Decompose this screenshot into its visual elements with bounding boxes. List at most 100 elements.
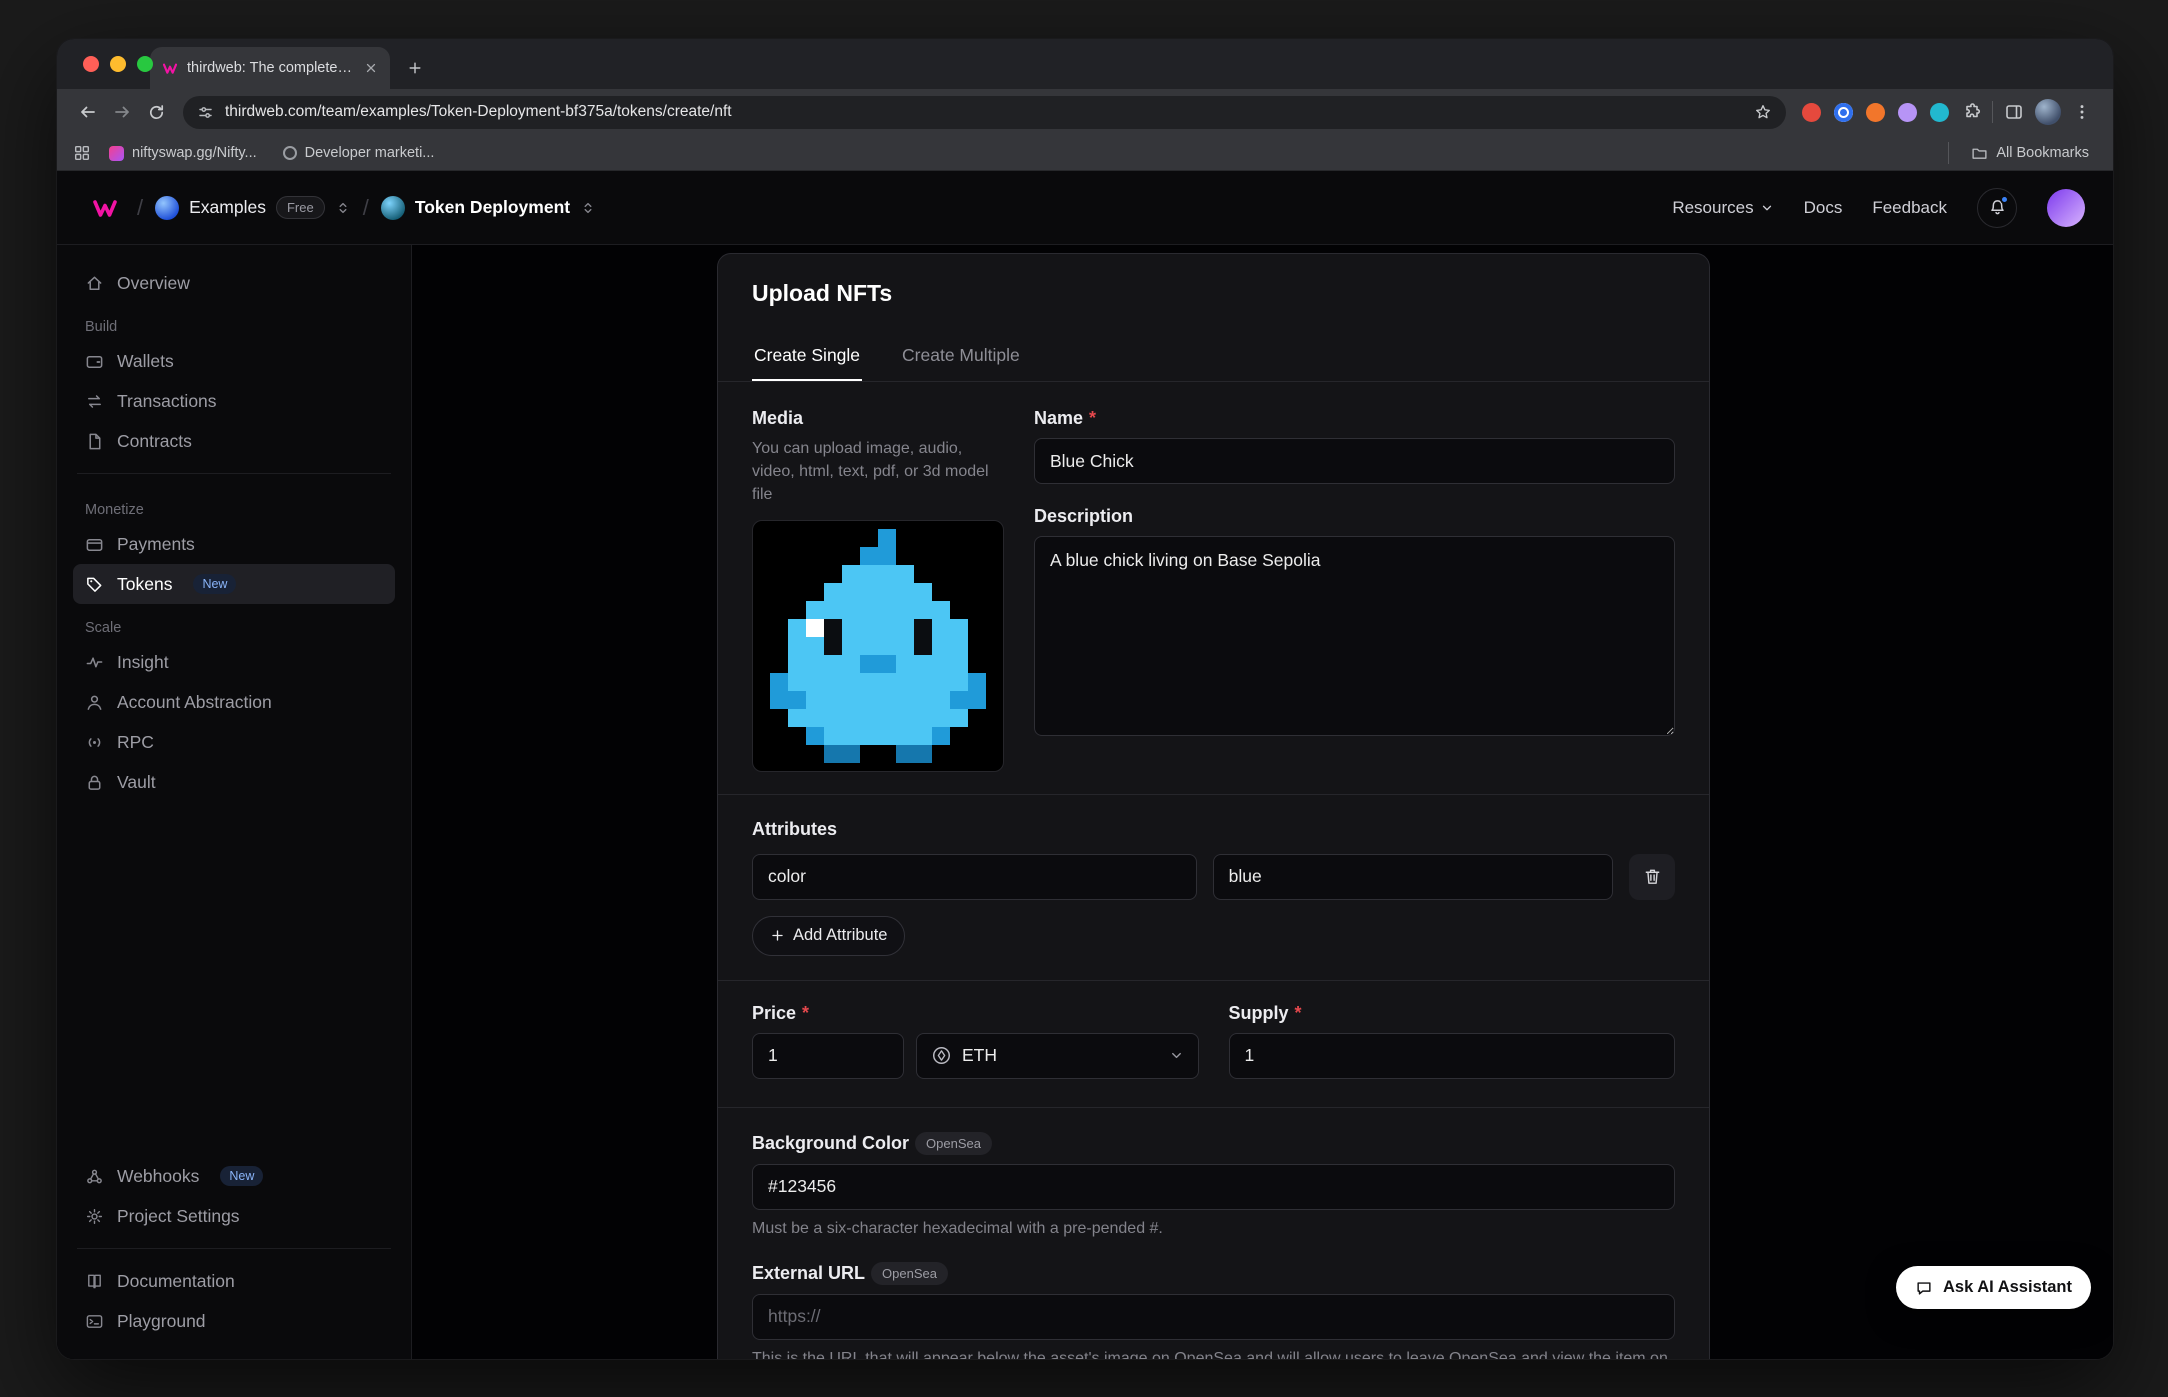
upload-nfts-card: Upload NFTs Create Single Create Multipl…	[717, 253, 1710, 1360]
document-icon	[85, 432, 104, 451]
sidebar-divider	[77, 473, 391, 474]
supply-input[interactable]	[1229, 1033, 1676, 1079]
bookmark-star-icon[interactable]	[1754, 103, 1772, 121]
description-input[interactable]: A blue chick living on Base Sepolia	[1034, 536, 1675, 736]
extension-icon-red[interactable]	[1802, 103, 1821, 122]
terminal-icon	[85, 1312, 104, 1331]
sidebar-item-label: Webhooks	[117, 1166, 199, 1187]
notifications-button[interactable]	[1977, 188, 2017, 228]
sidebar-item-project-settings[interactable]: Project Settings	[73, 1196, 395, 1236]
sidebar-item-contracts[interactable]: Contracts	[73, 421, 395, 461]
add-attribute-button[interactable]: Add Attribute	[752, 916, 905, 956]
sidebar-item-tokens[interactable]: Tokens New	[73, 564, 395, 604]
currency-select[interactable]: ETH	[916, 1033, 1199, 1079]
extension-icon-teal[interactable]	[1930, 103, 1949, 122]
broadcast-icon	[85, 733, 104, 752]
side-panel-button[interactable]	[1997, 95, 2031, 129]
sidebar-item-documentation[interactable]: Documentation	[73, 1261, 395, 1301]
all-bookmarks-button[interactable]: All Bookmarks	[1963, 141, 2097, 166]
required-asterisk: *	[1295, 1003, 1302, 1024]
window-close-button[interactable]	[83, 56, 99, 72]
sidebar-item-payments[interactable]: Payments	[73, 524, 395, 564]
sidebar-item-label: Insight	[117, 652, 169, 673]
price-label: Price *	[752, 1003, 1199, 1024]
window-minimize-button[interactable]	[110, 56, 126, 72]
media-section: Media You can upload image, audio, video…	[718, 382, 1709, 795]
site-info-icon[interactable]	[197, 104, 214, 121]
tab-close-icon[interactable]	[364, 61, 378, 75]
sidebar: Overview Build Wallets Transactions Cont…	[57, 245, 412, 1360]
url-text: thirdweb.com/team/examples/Token-Deploym…	[225, 103, 1743, 121]
browser-tab[interactable]: thirdweb: The complete web...	[150, 47, 390, 89]
apps-grid-icon[interactable]	[73, 144, 91, 162]
name-label-text: Name	[1034, 408, 1083, 429]
fields-column: Name * Description A blue chick living o…	[1034, 408, 1675, 772]
eth-coin-icon	[931, 1045, 952, 1066]
sidebar-item-playground[interactable]: Playground	[73, 1301, 395, 1341]
sidebar-item-insight[interactable]: Insight	[73, 642, 395, 682]
bookmarks-divider	[1948, 142, 1949, 164]
supply-column: Supply *	[1229, 1003, 1676, 1079]
browser-tab-strip: thirdweb: The complete web...	[57, 39, 2113, 89]
extension-icon-purple[interactable]	[1898, 103, 1917, 122]
background-color-label-text: Background Color	[752, 1133, 909, 1154]
attribute-name-input[interactable]	[752, 854, 1197, 900]
docs-link[interactable]: Docs	[1804, 198, 1843, 218]
page-title: Upload NFTs	[752, 280, 1675, 307]
thirdweb-logo[interactable]	[85, 195, 125, 221]
forward-button[interactable]	[105, 95, 139, 129]
add-attribute-label: Add Attribute	[793, 926, 887, 945]
sidebar-item-label: Playground	[117, 1311, 206, 1332]
team-switcher[interactable]: Examples Free	[155, 196, 351, 220]
webhook-icon	[85, 1167, 104, 1186]
price-input[interactable]	[752, 1033, 904, 1079]
new-tab-button[interactable]	[398, 51, 432, 85]
browser-menu-button[interactable]	[2065, 95, 2099, 129]
external-url-block: External URL OpenSea This is the URL tha…	[752, 1262, 1675, 1360]
extensions-puzzle-icon[interactable]	[1962, 102, 1982, 122]
bookmark-item-developer[interactable]: Developer marketi...	[275, 141, 443, 165]
bookmark-label: niftyswap.gg/Nifty...	[132, 145, 257, 161]
extension-icon-blue[interactable]	[1834, 103, 1853, 122]
external-url-input[interactable]	[752, 1294, 1675, 1340]
window-zoom-button[interactable]	[137, 56, 153, 72]
external-url-hint: This is the URL that will appear below t…	[752, 1350, 1675, 1360]
background-color-input[interactable]	[752, 1164, 1675, 1210]
tab-create-multiple[interactable]: Create Multiple	[900, 337, 1022, 381]
chevron-down-icon	[1169, 1048, 1184, 1063]
back-button[interactable]	[71, 95, 105, 129]
feedback-link[interactable]: Feedback	[1872, 198, 1947, 218]
delete-attribute-button[interactable]	[1629, 854, 1675, 900]
browser-profile-button[interactable]	[2031, 95, 2065, 129]
project-switcher[interactable]: Token Deployment	[381, 196, 596, 220]
desktop-background: thirdweb: The complete web...	[0, 0, 2168, 1397]
sidebar-item-wallets[interactable]: Wallets	[73, 341, 395, 381]
media-upload-preview[interactable]	[752, 520, 1004, 772]
bookmark-favicon	[283, 146, 297, 160]
resources-menu[interactable]: Resources	[1672, 198, 1773, 218]
required-asterisk: *	[802, 1003, 809, 1024]
toolbar-divider	[1992, 101, 1993, 123]
bookmark-item-niftyswap[interactable]: niftyswap.gg/Nifty...	[101, 141, 265, 165]
team-name: Examples	[189, 197, 266, 218]
home-icon	[85, 274, 104, 293]
sidebar-item-label: Project Settings	[117, 1206, 240, 1227]
sidebar-item-rpc[interactable]: RPC	[73, 722, 395, 762]
sidebar-section-build: Build	[85, 319, 383, 335]
thirdweb-favicon-icon	[162, 60, 178, 76]
sidebar-item-label: Vault	[117, 772, 156, 793]
extension-icon-orange[interactable]	[1866, 103, 1885, 122]
name-input[interactable]	[1034, 438, 1675, 484]
sidebar-item-account-abstraction[interactable]: Account Abstraction	[73, 682, 395, 722]
account-avatar[interactable]	[2047, 189, 2085, 227]
sidebar-item-vault[interactable]: Vault	[73, 762, 395, 802]
address-bar[interactable]: thirdweb.com/team/examples/Token-Deploym…	[183, 96, 1786, 129]
ask-ai-assistant-button[interactable]: Ask AI Assistant	[1896, 1266, 2091, 1309]
sidebar-item-transactions[interactable]: Transactions	[73, 381, 395, 421]
tab-create-single[interactable]: Create Single	[752, 337, 862, 381]
browser-profile-avatar	[2035, 99, 2061, 125]
sidebar-item-overview[interactable]: Overview	[73, 263, 395, 303]
reload-button[interactable]	[139, 95, 173, 129]
sidebar-item-webhooks[interactable]: Webhooks New	[73, 1156, 395, 1196]
attribute-value-input[interactable]	[1213, 854, 1613, 900]
